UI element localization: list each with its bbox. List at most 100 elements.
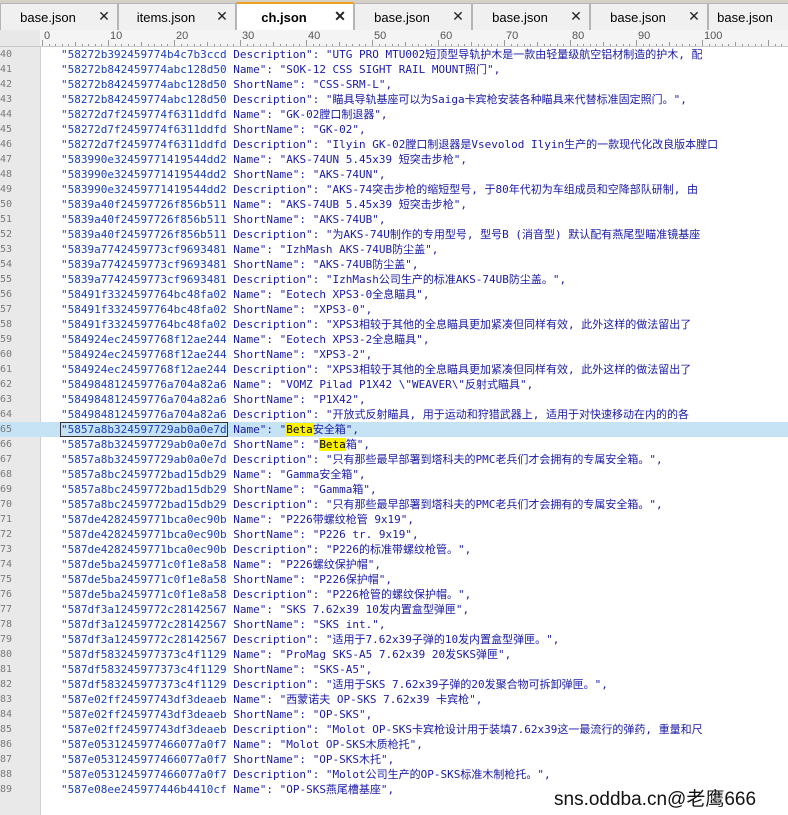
close-icon[interactable]: ✕: [97, 9, 111, 23]
field-value: "西蒙诺夫 OP-SKS 7.62x39 卡宾枪",: [279, 693, 483, 706]
code-line[interactable]: 56 "58491f3324597764bc48fa02 Name": "Eote…: [0, 287, 788, 302]
line-number: 79: [0, 634, 13, 645]
code-line[interactable]: 45 "58272d7f2459774f6311ddfd ShortName": …: [0, 122, 788, 137]
close-icon[interactable]: ✕: [215, 9, 229, 23]
code-line[interactable]: 71 "587de4282459771bca0ec90b Name": "P226…: [0, 512, 788, 527]
ruler-tick: [669, 42, 670, 46]
code-line[interactable]: 41 "58272b842459774abc128d50 Name": "SOK-…: [0, 62, 788, 77]
code-line[interactable]: 43 "58272b842459774abc128d50 Description"…: [0, 92, 788, 107]
code-line[interactable]: 50 "5839a40f24597726f856b511 Name": "AKS-…: [0, 197, 788, 212]
code-line[interactable]: 74 "587de5ba2459771c0f1e8a58 Name": "P226…: [0, 557, 788, 572]
code-line[interactable]: 60 "584924ec24597768f12ae244 ShortName": …: [0, 347, 788, 362]
code-line[interactable]: 48 "583990e32459771419544dd2 ShortName": …: [0, 167, 788, 182]
code-line[interactable]: 46 "58272d7f2459774f6311ddfd Description"…: [0, 137, 788, 152]
close-icon[interactable]: ✕: [451, 9, 465, 23]
code-line[interactable]: 79 "587df3a12459772c28142567 Description"…: [0, 632, 788, 647]
code-line[interactable]: 81 "587df583245977373c4f1129 ShortName": …: [0, 662, 788, 677]
item-id: "5839a40f24597726f856b511: [61, 198, 227, 211]
ruler-tick: [418, 44, 420, 46]
tab-base-json-0[interactable]: base.json ✕: [0, 3, 118, 30]
code-line[interactable]: 82 "587df583245977373c4f1129 Description"…: [0, 677, 788, 692]
line-number: 45: [0, 124, 13, 135]
tab-label: base.json: [717, 9, 773, 25]
field-key: ShortName":: [233, 528, 307, 541]
code-line[interactable]: 87 "587e0531245977466077a0f7 ShortName": …: [0, 752, 788, 767]
line-number: 88: [0, 769, 13, 780]
code-line[interactable]: 86 "587e0531245977466077a0f7 Name": "Molo…: [0, 737, 788, 752]
close-icon[interactable]: ✕: [569, 9, 583, 23]
code-line[interactable]: 63 "584984812459776a704a82a6 ShortName": …: [0, 392, 788, 407]
code-line[interactable]: 78 "587df3a12459772c28142567 ShortName": …: [0, 617, 788, 632]
item-id: "587df583245977373c4f1129: [61, 663, 227, 676]
code-line[interactable]: 64 "584984812459776a704a82a6 Description"…: [0, 407, 788, 422]
code-line[interactable]: 73 "587de4282459771bca0ec90b Description"…: [0, 542, 788, 557]
ruler-tick: [339, 42, 340, 46]
tab-base-json-5[interactable]: base.json ✕: [590, 3, 708, 30]
code-line[interactable]: 69 "5857a8bc2459772bad15db29 ShortName": …: [0, 482, 788, 497]
code-line[interactable]: 66 "5857a8b324597729ab0a0e7d ShortName": …: [0, 437, 788, 452]
item-id: "58491f3324597764bc48fa02: [61, 318, 227, 331]
code-text: "587df3a12459772c28142567 Description": …: [61, 632, 559, 647]
code-line[interactable]: 47 "583990e32459771419544dd2 Name": "AKS-…: [0, 152, 788, 167]
code-line[interactable]: 59 "584924ec24597768f12ae244 Name": "Eote…: [0, 332, 788, 347]
field-key: ShortName":: [233, 708, 307, 721]
code-line[interactable]: 49 "583990e32459771419544dd2 Description"…: [0, 182, 788, 197]
tab-ch-json-2[interactable]: ch.json ✕: [236, 2, 354, 30]
item-id: "58491f3324597764bc48fa02: [61, 288, 227, 301]
code-line[interactable]: 77 "587df3a12459772c28142567 Name": "SKS …: [0, 602, 788, 617]
ruler-tick: [622, 44, 624, 46]
code-line[interactable]: 67 "5857a8b324597729ab0a0e7d Description"…: [0, 452, 788, 467]
tab-base-json-4[interactable]: base.json ✕: [472, 3, 590, 30]
code-line[interactable]: 54 "5839a7742459773cf9693481 ShortName": …: [0, 257, 788, 272]
code-line[interactable]: 53 "5839a7742459773cf9693481 Name": "IzhM…: [0, 242, 788, 257]
ruler-tick: [424, 44, 426, 46]
code-line[interactable]: 70 "5857a8bc2459772bad15db29 Description"…: [0, 497, 788, 512]
code-line[interactable]: 62 "584984812459776a704a82a6 Name": "VOMZ…: [0, 377, 788, 392]
line-number: 80: [0, 649, 13, 660]
code-line[interactable]: 65 "5857a8b324597729ab0a0e7d Name": "Beta…: [0, 422, 788, 437]
code-line[interactable]: 72 "587de4282459771bca0ec90b ShortName": …: [0, 527, 788, 542]
tab-items-json-1[interactable]: items.json ✕: [118, 3, 236, 30]
code-line[interactable]: 44 "58272d7f2459774f6311ddfd Name": "GK-0…: [0, 107, 788, 122]
code-line[interactable]: 42 "58272b842459774abc128d50 ShortName": …: [0, 77, 788, 92]
code-text: "584924ec24597768f12ae244 Description": …: [61, 362, 691, 377]
code-editor[interactable]: 40 "58272b392459774b4c7b3ccd Description"…: [0, 47, 788, 815]
code-line[interactable]: 76 "587de5ba2459771c0f1e8a58 Description"…: [0, 587, 788, 602]
ruler-tick: [75, 42, 76, 46]
item-id: "587de5ba2459771c0f1e8a58: [61, 573, 227, 586]
code-text: "587df583245977373c4f1129 Description": …: [61, 677, 608, 692]
code-line[interactable]: 80 "587df583245977373c4f1129 Name": "ProM…: [0, 647, 788, 662]
close-icon[interactable]: ✕: [333, 9, 347, 23]
field-key: ShortName":: [233, 483, 307, 496]
line-number: 40: [0, 49, 13, 60]
code-line[interactable]: 85 "587e02ff24597743df3deaeb Description"…: [0, 722, 788, 737]
tab-base-json-3[interactable]: base.json ✕: [354, 3, 472, 30]
item-id: "583990e32459771419544dd2: [61, 183, 227, 196]
code-line[interactable]: 57 "58491f3324597764bc48fa02 ShortName": …: [0, 302, 788, 317]
ruler-tick: [213, 44, 215, 46]
code-text: "587e02ff24597743df3deaeb ShortName": "O…: [61, 707, 372, 722]
code-line[interactable]: 40 "58272b392459774b4c7b3ccd Description"…: [0, 47, 788, 62]
item-id: "5839a40f24597726f856b511: [61, 213, 227, 226]
code-line[interactable]: 58 "58491f3324597764bc48fa02 Description"…: [0, 317, 788, 332]
code-line[interactable]: 68 "5857a8bc2459772bad15db29 Name": "Gamm…: [0, 467, 788, 482]
close-icon[interactable]: ✕: [687, 9, 701, 23]
ruler-tick: [741, 44, 743, 46]
item-id: "587df3a12459772c28142567: [61, 618, 227, 631]
ruler-tick: [609, 44, 611, 46]
code-line[interactable]: 61 "584924ec24597768f12ae244 Description"…: [0, 362, 788, 377]
item-id: "587e08ee245977446b4410cf: [61, 783, 227, 796]
tab-base-json-6[interactable]: base.json: [708, 3, 788, 30]
code-line[interactable]: 83 "587e02ff24597743df3deaeb Name": "西蒙诺夫…: [0, 692, 788, 707]
code-line[interactable]: 88 "587e0531245977466077a0f7 Description"…: [0, 767, 788, 782]
code-text: "5839a7742459773cf9693481 ShortName": "A…: [61, 257, 419, 272]
code-line[interactable]: 75 "587de5ba2459771c0f1e8a58 ShortName": …: [0, 572, 788, 587]
code-line[interactable]: 51 "5839a40f24597726f856b511 ShortName": …: [0, 212, 788, 227]
code-line[interactable]: 55 "5839a7742459773cf9693481 Description"…: [0, 272, 788, 287]
code-text: "584984812459776a704a82a6 ShortName": "P…: [61, 392, 366, 407]
code-text: "58491f3324597764bc48fa02 ShortName": "X…: [61, 302, 372, 317]
code-line[interactable]: 52 "5839a40f24597726f856b511 Description"…: [0, 227, 788, 242]
code-line[interactable]: 84 "587e02ff24597743df3deaeb ShortName": …: [0, 707, 788, 722]
code-text: "587de4282459771bca0ec90b ShortName": "P…: [61, 527, 419, 542]
ruler-tick: [484, 44, 486, 46]
